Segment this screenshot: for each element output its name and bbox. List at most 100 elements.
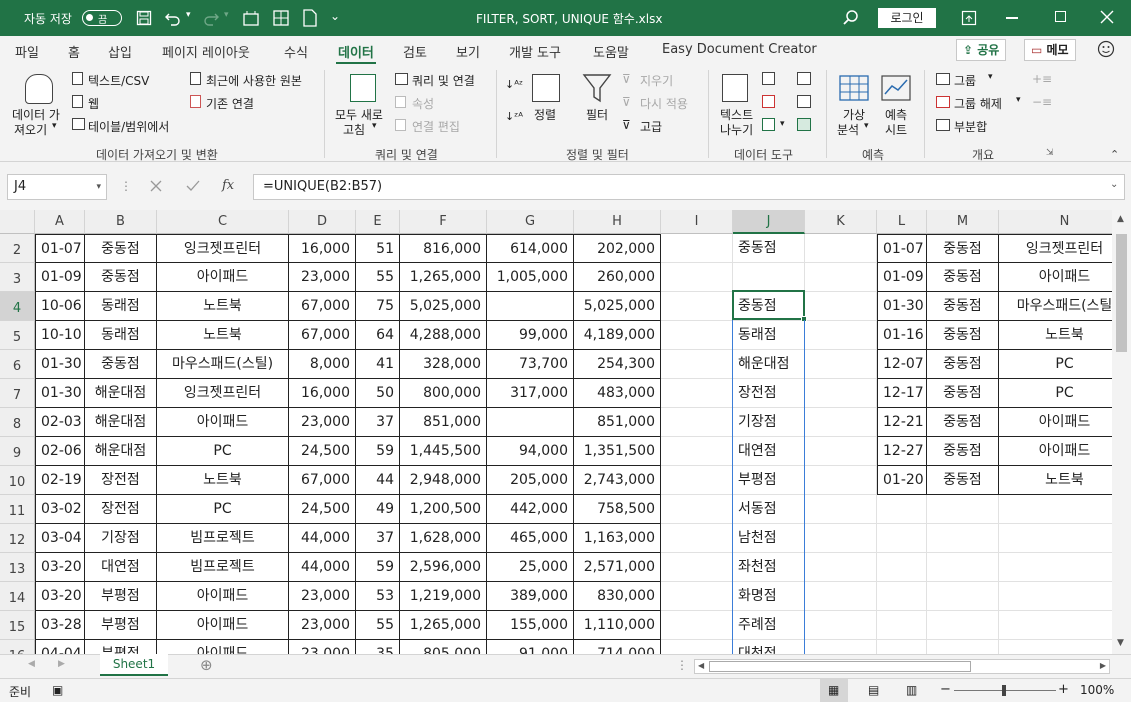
cell-i2[interactable] [661, 234, 733, 263]
autosave-toggle[interactable]: 끔 [82, 10, 122, 26]
cell-e11[interactable]: 49 [356, 495, 400, 524]
cell-h6[interactable]: 254,300 [574, 350, 661, 379]
cell-l7[interactable]: 12-17 [877, 379, 927, 408]
cell-n8[interactable]: 아이패드 [999, 408, 1112, 437]
cell-a13[interactable]: 03-20 [35, 553, 85, 582]
cell-c5[interactable]: 노트북 [157, 321, 289, 350]
cell-m7[interactable]: 중동점 [927, 379, 999, 408]
column-header-j[interactable]: J [733, 210, 805, 234]
next-sheet-icon[interactable]: ▶ [58, 659, 65, 669]
cell-m9[interactable]: 중동점 [927, 437, 999, 466]
cell-k10[interactable] [805, 466, 877, 495]
cell-n14[interactable] [999, 582, 1112, 611]
vertical-scroll-thumb[interactable] [1116, 234, 1127, 352]
cell-f13[interactable]: 2,596,000 [400, 553, 487, 582]
cell-i16[interactable] [661, 640, 733, 654]
cell-f15[interactable]: 1,265,000 [400, 611, 487, 640]
filter-button[interactable]: 필터 [586, 106, 608, 123]
cell-l14[interactable] [877, 582, 927, 611]
tab-split-grip-icon[interactable]: ⋮ [676, 658, 688, 672]
advanced-filter-button[interactable]: 고급 [640, 118, 662, 135]
cell-e6[interactable]: 41 [356, 350, 400, 379]
cell-e3[interactable]: 55 [356, 263, 400, 292]
cell-k5[interactable] [805, 321, 877, 350]
row-header[interactable]: 5 [0, 321, 35, 350]
cell-h15[interactable]: 1,110,000 [574, 611, 661, 640]
sheet-tab-sheet1[interactable]: Sheet1 [100, 654, 168, 676]
group-dropdown-icon[interactable]: ▾ [988, 72, 993, 82]
cell-h4[interactable]: 5,025,000 [574, 292, 661, 321]
insert-function-icon[interactable]: fx [222, 178, 234, 193]
cell-n3[interactable]: 아이패드 [999, 263, 1112, 292]
name-box-dropdown-icon[interactable]: ▾ [96, 175, 101, 199]
row-header[interactable]: 15 [0, 611, 35, 640]
cell-d6[interactable]: 8,000 [289, 350, 356, 379]
zoom-in-icon[interactable]: + [1058, 682, 1069, 697]
cell-d4[interactable]: 67,000 [289, 292, 356, 321]
cell-i13[interactable] [661, 553, 733, 582]
cell-g11[interactable]: 442,000 [487, 495, 574, 524]
cell-d5[interactable]: 67,000 [289, 321, 356, 350]
scroll-down-icon[interactable]: ▼ [1117, 638, 1124, 648]
cell-h11[interactable]: 758,500 [574, 495, 661, 524]
cell-c10[interactable]: 노트북 [157, 466, 289, 495]
cell-g10[interactable]: 205,000 [487, 466, 574, 495]
cell-c11[interactable]: PC [157, 495, 289, 524]
tab-file[interactable]: 파일 [15, 42, 39, 61]
tab-formulas[interactable]: 수식 [284, 42, 308, 61]
refresh-dropdown-icon[interactable]: ▾ [372, 121, 377, 131]
cell-a16[interactable]: 04-04 [35, 640, 85, 654]
ribbon-display-icon[interactable] [961, 10, 977, 26]
column-header-h[interactable]: H [574, 210, 661, 234]
data-validation-dropdown-icon[interactable]: ▾ [780, 119, 785, 129]
column-header-c[interactable]: C [157, 210, 289, 234]
cell-b3[interactable]: 중동점 [85, 263, 157, 292]
cell-l15[interactable] [877, 611, 927, 640]
cell-l16[interactable] [877, 640, 927, 654]
cell-f6[interactable]: 328,000 [400, 350, 487, 379]
cell-l6[interactable]: 12-07 [877, 350, 927, 379]
page-break-view-icon[interactable]: ▥ [906, 683, 917, 697]
cell-e4[interactable]: 75 [356, 292, 400, 321]
prev-sheet-icon[interactable]: ◀ [28, 659, 35, 669]
cell-g13[interactable]: 25,000 [487, 553, 574, 582]
column-header-f[interactable]: F [400, 210, 487, 234]
cell-f2[interactable]: 816,000 [400, 234, 487, 263]
cell-e14[interactable]: 53 [356, 582, 400, 611]
consolidate-icon[interactable] [797, 72, 811, 85]
cell-i9[interactable] [661, 437, 733, 466]
cell-k8[interactable] [805, 408, 877, 437]
zoom-slider-thumb[interactable] [1002, 685, 1006, 696]
cell-i12[interactable] [661, 524, 733, 553]
cell-a7[interactable]: 01-30 [35, 379, 85, 408]
scroll-left-icon[interactable]: ◀ [698, 661, 704, 670]
tab-insert[interactable]: 삽입 [108, 42, 132, 61]
column-header-a[interactable]: A [35, 210, 85, 234]
grid-view-icon[interactable] [272, 9, 290, 27]
queries-connections-button[interactable]: 쿼리 및 연결 [412, 72, 475, 89]
cell-e2[interactable]: 51 [356, 234, 400, 263]
cell-g4[interactable] [487, 292, 574, 321]
search-icon[interactable] [842, 9, 860, 27]
cell-b5[interactable]: 동래점 [85, 321, 157, 350]
cell-h12[interactable]: 1,163,000 [574, 524, 661, 553]
cell-a8[interactable]: 02-03 [35, 408, 85, 437]
cell-f3[interactable]: 1,265,000 [400, 263, 487, 292]
cell-c4[interactable]: 노트북 [157, 292, 289, 321]
cell-a10[interactable]: 02-19 [35, 466, 85, 495]
cell-n7[interactable]: PC [999, 379, 1112, 408]
row-header[interactable]: 4 [0, 292, 35, 321]
horizontal-scroll-thumb[interactable] [709, 661, 971, 672]
cell-f9[interactable]: 1,445,500 [400, 437, 487, 466]
cell-d8[interactable]: 23,000 [289, 408, 356, 437]
cell-c14[interactable]: 아이패드 [157, 582, 289, 611]
column-header-g[interactable]: G [487, 210, 574, 234]
cell-i5[interactable] [661, 321, 733, 350]
cell-e7[interactable]: 50 [356, 379, 400, 408]
cell-a3[interactable]: 01-09 [35, 263, 85, 292]
cell-h9[interactable]: 1,351,500 [574, 437, 661, 466]
row-header[interactable]: 10 [0, 466, 35, 495]
group-button[interactable]: 그룹 [954, 72, 976, 89]
row-header[interactable]: 12 [0, 524, 35, 553]
camera-icon[interactable] [242, 9, 260, 27]
